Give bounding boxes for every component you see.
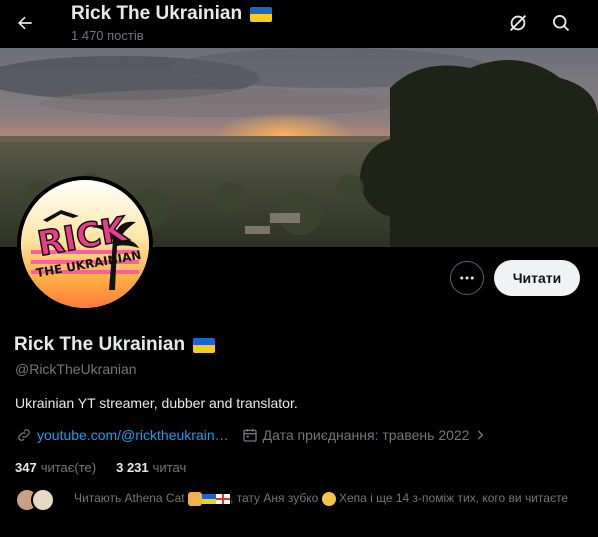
avatar-image: RICK THE UKRAINIAN (21, 180, 149, 308)
profile-meta: youtube.com/@ricktheukrain… Дата приєдна… (15, 426, 493, 444)
profile-bio: Ukrainian YT streamer, dubber and transl… (15, 395, 298, 411)
mutual-followers-avatars[interactable] (15, 488, 55, 512)
following-label: читає(те) (40, 460, 97, 475)
followed-by-mid: , тату Аня зубко (229, 491, 319, 505)
profile-handle: @RickTheUkranian (15, 361, 137, 377)
more-icon (460, 276, 474, 280)
back-arrow-icon[interactable] (12, 10, 38, 36)
followed-by-suffix: Хепа і ще 14 з-поміж тих, кого ви читаєт… (335, 491, 569, 505)
search-icon[interactable] (549, 11, 573, 35)
ukraine-flag-icon (250, 6, 273, 22)
chevron-right-icon[interactable] (471, 426, 489, 444)
followed-by-prefix: Читають Athena Cat (74, 491, 185, 505)
followers-count: 3 231 (116, 460, 149, 475)
following-count: 347 (15, 460, 37, 475)
emoji-icon (321, 491, 336, 506)
follow-button[interactable]: Читати (494, 260, 580, 296)
profile-name: Rick The Ukrainian (14, 334, 216, 356)
website-link[interactable]: youtube.com/@ricktheukrain… (37, 427, 229, 443)
ukraine-flag-icon (193, 337, 216, 353)
posts-count: 1 470 постів (71, 28, 144, 43)
georgia-flag-icon (215, 493, 230, 504)
followers-label: читач (152, 460, 187, 475)
joined-date: Дата приєднання: травень 2022 (262, 427, 470, 443)
raised-hands-icon (187, 491, 202, 506)
profile-stats: 347 читає(те) 3 231 читач (15, 460, 186, 475)
more-button[interactable] (450, 261, 484, 295)
followed-by-text[interactable]: Читають Athena Cat , тату Аня зубко Хепа… (74, 489, 574, 507)
top-bar: Rick The Ukrainian 1 470 постів (0, 0, 598, 48)
following-stat[interactable]: 347 читає(те) (15, 460, 96, 475)
header-title-text: Rick The Ukrainian (71, 3, 243, 24)
avatar (31, 488, 55, 512)
grok-icon[interactable] (506, 11, 530, 35)
link-icon (15, 426, 33, 444)
avatar[interactable]: RICK THE UKRAINIAN (17, 176, 153, 312)
followers-stat[interactable]: 3 231 читач (116, 460, 186, 475)
profile-name-text: Rick The Ukrainian (14, 334, 186, 355)
ukraine-flag-icon (201, 493, 216, 504)
calendar-icon (241, 426, 259, 444)
page-title: Rick The Ukrainian (71, 3, 273, 25)
header-title-block: Rick The Ukrainian 1 470 постів (71, 3, 273, 43)
